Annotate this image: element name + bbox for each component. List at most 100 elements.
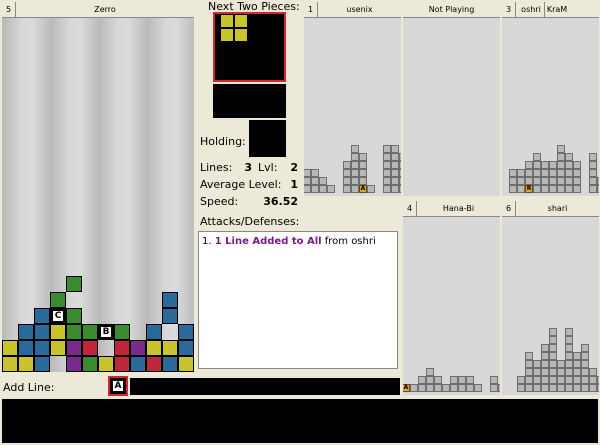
- lines-value: 3: [244, 161, 252, 174]
- opponent-block: [509, 177, 517, 185]
- opponent-block: [541, 360, 549, 368]
- opponent-block: [533, 368, 541, 376]
- opponent-block: [549, 384, 557, 392]
- board-block: [82, 340, 98, 356]
- next-piece-box: [213, 12, 286, 82]
- opponent-block: [450, 376, 458, 384]
- opponent-block: [525, 352, 533, 360]
- opponent-block: [383, 161, 391, 169]
- board-block: [162, 308, 178, 324]
- opponent-block: [597, 185, 599, 193]
- add-line-special-button[interactable]: A: [108, 376, 128, 396]
- opponent-block: [541, 169, 549, 177]
- opponent-header: 3 oshri KraM: [502, 2, 599, 18]
- opponent-block: [525, 376, 533, 384]
- opponent-block: [525, 360, 533, 368]
- opponent-block: [351, 185, 359, 193]
- special-letter: A: [114, 381, 122, 391]
- opponent-block: [573, 177, 581, 185]
- opponent-block: [351, 177, 359, 185]
- opponent-block: [581, 368, 589, 376]
- opponent-block: [557, 153, 565, 161]
- board-block: [178, 324, 194, 340]
- opponent-name: Not Playing: [428, 5, 475, 14]
- speed-value: 36.52: [263, 195, 298, 208]
- opponent-block: [509, 169, 517, 177]
- opponent-name: oshri: [518, 2, 545, 18]
- next-piece-block: [234, 14, 248, 28]
- opponent-block: [525, 368, 533, 376]
- board-block: [178, 340, 194, 356]
- opponent-block: [399, 169, 401, 177]
- opponent-block: [490, 376, 498, 384]
- opponent-field: R: [502, 18, 599, 196]
- opponent-block: [549, 185, 557, 193]
- board-block: [146, 340, 162, 356]
- main-board: CB: [2, 18, 194, 372]
- opponent-block: [557, 384, 565, 392]
- opponent-block: [490, 384, 498, 392]
- opponent-block: [525, 161, 533, 169]
- average-level-value: 1: [290, 178, 298, 191]
- opponent-block: [581, 376, 589, 384]
- board-block: [34, 324, 50, 340]
- opponent-special-icon: R: [525, 185, 533, 193]
- opponent-block: [359, 161, 367, 169]
- opponent-block: [351, 161, 359, 169]
- opponent-block: [426, 368, 434, 376]
- opponent-field: [502, 217, 599, 395]
- opponent-block: [391, 153, 399, 161]
- opponent-block: [549, 328, 557, 336]
- attack-log[interactable]: 1. 1 Line Added to All from oshri: [198, 231, 398, 369]
- attack-entry-suffix: from oshri: [321, 236, 376, 247]
- attacks-label: Attacks/Defenses:: [200, 215, 300, 228]
- opponent-block: [391, 177, 399, 185]
- opponent-block: [549, 360, 557, 368]
- main-board-header: 5 Zerro: [2, 2, 194, 18]
- opponent-field: [403, 18, 500, 196]
- opponent-block: [533, 376, 541, 384]
- lines-label: Lines:: [200, 161, 233, 174]
- board-block: [162, 292, 178, 308]
- opponent-block: [391, 145, 399, 153]
- opponent-block: [597, 177, 599, 185]
- opponent-block: [383, 169, 391, 177]
- board-block: [66, 356, 82, 372]
- opponent-block: [565, 368, 573, 376]
- board-number: 5: [2, 2, 16, 18]
- opponent-block: [589, 368, 597, 376]
- opponent-block: [589, 161, 597, 169]
- opponent-block: [573, 185, 581, 193]
- board-column-stripe: [98, 18, 146, 372]
- opponent-block: [565, 169, 573, 177]
- opponent-name: usenix: [346, 5, 373, 14]
- board-player-name: Zerro: [94, 5, 116, 14]
- opponent-block: [391, 169, 399, 177]
- second-next-piece-box: [213, 84, 286, 118]
- opponent-block: [383, 177, 391, 185]
- board-block: [162, 356, 178, 372]
- opponent-block: [533, 185, 541, 193]
- next-piece-block: [234, 28, 248, 42]
- opponent-number: 3: [502, 2, 516, 18]
- opponent-block: [418, 384, 426, 392]
- opponent-block: [589, 376, 597, 384]
- chat-area[interactable]: [2, 399, 598, 443]
- opponent-block: [327, 185, 335, 193]
- opponent-block: [391, 185, 399, 193]
- opponent-block: [557, 185, 565, 193]
- opponent-block: [589, 169, 597, 177]
- opponent-block: [359, 153, 367, 161]
- opponent-block: [319, 177, 327, 185]
- opponent-block: [541, 161, 549, 169]
- opponent-special-icon: A: [359, 185, 367, 193]
- level-label: Lvl:: [258, 161, 278, 174]
- opponent-block: [304, 177, 311, 185]
- board-block: [34, 356, 50, 372]
- opponent-block: [541, 368, 549, 376]
- opponent-block: [418, 376, 426, 384]
- opponent-block: [442, 384, 450, 392]
- opponent-block: [557, 368, 565, 376]
- opponent-number: 4: [403, 201, 417, 217]
- opponent-block: [557, 161, 565, 169]
